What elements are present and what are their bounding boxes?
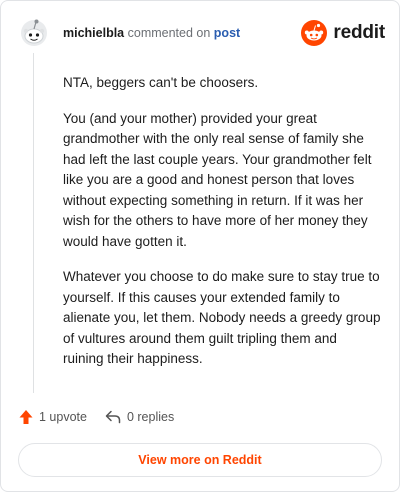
view-more-label: View more on Reddit [138,453,262,467]
upvote-button[interactable]: 1 upvote [19,409,87,425]
replies-button[interactable]: 0 replies [105,410,174,424]
comment-paragraph: Whatever you choose to do make sure to s… [63,269,381,366]
action-text: commented on [127,26,211,40]
comment-actions: 1 upvote 0 replies [19,409,192,425]
reddit-alien-icon [301,20,328,46]
reddit-logo[interactable]: reddit [301,19,385,47]
thread-line[interactable] [33,53,34,393]
comment-header: michielbla commented on post reddit [19,15,385,51]
comment-body: NTA, beggers can't be choosers. You (and… [63,73,381,385]
upvote-count: 1 upvote [39,410,87,424]
replies-count: 0 replies [126,410,175,424]
reddit-comment-embed: michielbla commented on post reddit NTA,… [0,0,400,492]
comment-meta: michielbla commented on post [63,25,240,41]
username[interactable]: michielbla [63,26,124,40]
upvote-arrow-icon [19,410,33,424]
post-link[interactable]: post [214,26,240,40]
comment-paragraph: NTA, beggers can't be choosers. [63,75,259,90]
avatar[interactable] [19,17,49,47]
view-more-button[interactable]: View more on Reddit [18,443,382,477]
reply-arrow-icon [105,410,121,424]
reddit-wordmark: reddit [333,22,385,43]
default-avatar-icon [21,19,47,46]
comment-paragraph: You (and your mother) provided your grea… [63,110,372,249]
